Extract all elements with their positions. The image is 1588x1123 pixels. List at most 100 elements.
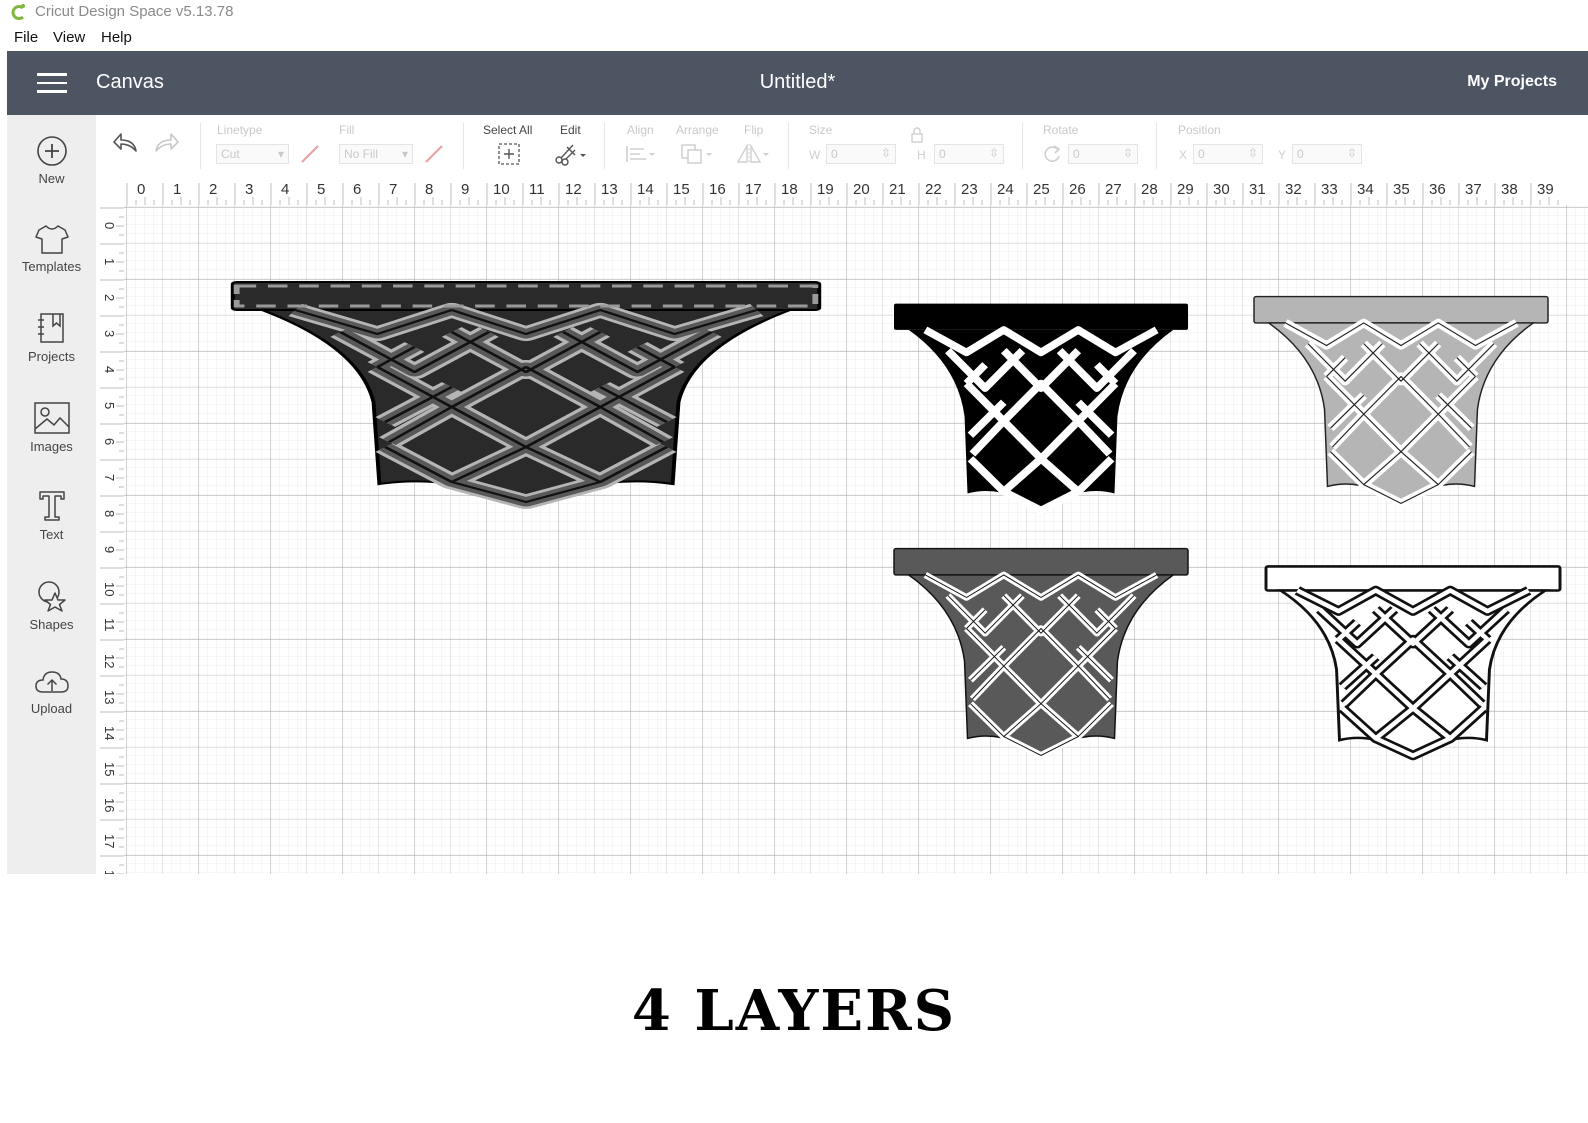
layers-caption: 4 LAYERS: [631, 978, 957, 1044]
linetype-color-swatch[interactable]: [299, 144, 321, 164]
images-button[interactable]: Images: [7, 401, 96, 454]
width-input[interactable]: 0 ⇳: [826, 144, 896, 164]
ruler-label: 3: [102, 330, 117, 337]
ruler-label: 17: [102, 834, 117, 848]
design-canvas[interactable]: [124, 205, 1588, 874]
cricut-logo-icon: [11, 4, 25, 20]
ruler-label: 11: [102, 618, 117, 632]
undo-icon[interactable]: [112, 131, 140, 155]
arrange-icon[interactable]: [680, 143, 716, 165]
ruler-label: 2: [102, 294, 117, 301]
select-all-label: Select All: [483, 123, 533, 137]
new-button[interactable]: New: [7, 135, 96, 186]
ruler-label: 32: [1285, 181, 1302, 198]
stepper-icon[interactable]: ⇳: [881, 146, 891, 160]
ruler-label: 0: [137, 181, 145, 198]
templates-button[interactable]: Templates: [7, 223, 96, 274]
rotate-label: Rotate: [1043, 123, 1079, 137]
select-all-icon[interactable]: [497, 142, 521, 166]
shapes-icon: [37, 581, 66, 612]
text-button[interactable]: Text: [7, 489, 96, 542]
ruler-label: 36: [1429, 181, 1446, 198]
toolbar-separator: [1022, 123, 1023, 169]
menu-view[interactable]: View: [53, 29, 85, 46]
bookmark-book-icon: [37, 313, 64, 343]
ruler-label: 15: [102, 762, 117, 776]
ruler-label: 5: [102, 402, 117, 409]
left-design-panel: New Templates Projects Images Text Shape…: [7, 115, 96, 874]
chevron-down-icon: ▾: [401, 147, 408, 161]
window-titlebar: Cricut Design Space v5.13.78: [0, 0, 1588, 24]
ruler-label: 14: [102, 726, 117, 740]
arrange-label: Arrange: [676, 123, 719, 137]
ruler-label: 15: [673, 181, 690, 198]
ruler-label: 9: [102, 546, 117, 553]
edit-toolbar: Linetype Cut ▾ Fill No Fill ▾ Select All…: [96, 115, 1588, 177]
vertical-ruler-ticks: 0123456789101112131415161718: [100, 207, 124, 874]
position-x-value: 0: [1198, 147, 1205, 161]
stepper-icon[interactable]: ⇳: [1248, 146, 1258, 160]
flip-icon[interactable]: [736, 143, 772, 165]
new-label: New: [38, 171, 65, 186]
edit-scissors-pencil-icon[interactable]: [553, 142, 587, 166]
ruler-label: 29: [1177, 181, 1194, 198]
projects-button[interactable]: Projects: [7, 311, 96, 364]
toolbar-separator: [463, 123, 464, 169]
ruler-label: 12: [102, 654, 117, 668]
ruler-label: 20: [853, 181, 870, 198]
ruler-label: 4: [281, 181, 289, 198]
position-y-input[interactable]: 0 ⇳: [1292, 144, 1362, 164]
vertical-ruler: 0123456789101112131415161718: [96, 205, 125, 874]
menu-help[interactable]: Help: [101, 29, 132, 46]
ruler-label: 12: [565, 181, 582, 198]
ruler-label: 37: [1465, 181, 1482, 198]
ruler-label: 8: [102, 510, 117, 517]
rotate-value: 0: [1073, 147, 1080, 161]
ruler-label: 11: [529, 181, 545, 198]
image-icon: [33, 402, 70, 434]
ruler-label: 30: [1213, 181, 1230, 198]
menu-bar: File View Help: [0, 26, 1588, 50]
align-label: Align: [627, 123, 654, 137]
document-title: Untitled*: [759, 71, 836, 93]
ruler-label: 1: [173, 181, 181, 198]
rotate-input[interactable]: 0 ⇳: [1068, 144, 1138, 164]
ruler-label: 2: [209, 181, 217, 198]
shapes-button[interactable]: Shapes: [7, 579, 96, 632]
cloud-upload-icon: [34, 671, 69, 693]
ruler-label: 13: [102, 690, 117, 704]
height-input[interactable]: 0 ⇳: [934, 144, 1004, 164]
ruler-label: 25: [1033, 181, 1050, 198]
plus-circle-icon: [36, 136, 67, 166]
ruler-label: 3: [245, 181, 253, 198]
ruler-label: 31: [1249, 181, 1266, 198]
stepper-icon[interactable]: ⇳: [989, 146, 999, 160]
canvas-drawing: [124, 205, 1588, 874]
menu-file[interactable]: File: [14, 29, 38, 46]
ruler-label: 38: [1501, 181, 1518, 198]
ruler-label: 22: [925, 181, 942, 198]
my-projects-link[interactable]: My Projects: [1467, 73, 1557, 91]
stepper-icon[interactable]: ⇳: [1123, 146, 1133, 160]
linetype-label: Linetype: [217, 123, 263, 137]
linetype-select[interactable]: Cut ▾: [216, 144, 289, 164]
size-label: Size: [809, 123, 833, 137]
upload-button[interactable]: Upload: [7, 667, 96, 716]
horizontal-ruler: 0 1 2 3 4 5 6 7 8 9 10 11 12 13 14 15 16 17 18 19 20 21 22 23 24…: [96, 177, 1588, 206]
ruler-label: 9: [461, 181, 469, 198]
redo-icon[interactable]: [152, 131, 180, 155]
ruler-label: 14: [637, 181, 654, 198]
height-label: H: [917, 148, 926, 162]
align-icon[interactable]: [624, 144, 658, 164]
fill-select[interactable]: No Fill ▾: [339, 144, 413, 164]
images-label: Images: [30, 439, 73, 454]
fill-color-swatch[interactable]: [423, 144, 445, 164]
templates-label: Templates: [21, 259, 82, 274]
ruler-label: 1: [102, 258, 117, 265]
stepper-icon[interactable]: ⇳: [1347, 146, 1357, 160]
fill-label: Fill: [339, 123, 355, 137]
ruler-label: 19: [817, 181, 834, 198]
ruler-label: 26: [1069, 181, 1086, 198]
lock-icon[interactable]: [910, 127, 924, 143]
position-x-input[interactable]: 0 ⇳: [1193, 144, 1263, 164]
